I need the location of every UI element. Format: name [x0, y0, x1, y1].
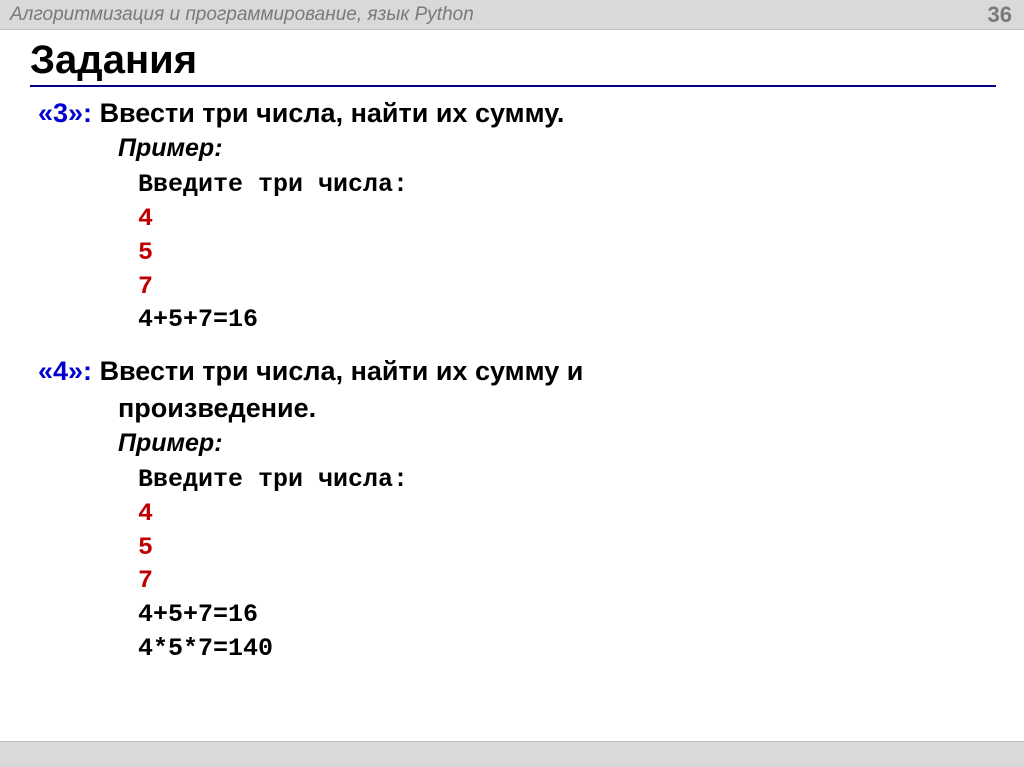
- code-prompt: Введите три числа:: [138, 463, 996, 497]
- page-heading: Задания: [30, 38, 996, 87]
- header-bar: Алгоритмизация и программирование, язык …: [0, 0, 1024, 30]
- code-input: 4: [138, 497, 996, 531]
- task-description: Ввести три числа, найти их сумму и: [100, 356, 584, 386]
- code-block: Введите три числа: 4 5 7 4+5+7=16: [138, 168, 996, 337]
- task-line: «3»: Ввести три числа, найти их сумму.: [38, 95, 996, 131]
- code-prompt: Введите три числа:: [138, 168, 996, 202]
- task-block: «3»: Ввести три числа, найти их сумму. П…: [38, 95, 996, 337]
- task-description-cont: произведение.: [118, 390, 996, 426]
- code-input: 7: [138, 564, 996, 598]
- page-number: 36: [988, 2, 1012, 28]
- task-description: Ввести три числа, найти их сумму.: [100, 98, 565, 128]
- task-label: «4»:: [38, 356, 92, 386]
- code-input: 5: [138, 531, 996, 565]
- code-output: 4+5+7=16: [138, 303, 996, 337]
- task-block: «4»: Ввести три числа, найти их сумму и …: [38, 353, 996, 665]
- header-title: Алгоритмизация и программирование, язык …: [10, 4, 474, 26]
- task-line: «4»: Ввести три числа, найти их сумму и: [38, 353, 996, 389]
- code-input: 7: [138, 270, 996, 304]
- content-area: Задания «3»: Ввести три числа, найти их …: [0, 30, 1024, 666]
- code-input: 4: [138, 202, 996, 236]
- code-block: Введите три числа: 4 5 7 4+5+7=16 4*5*7=…: [138, 463, 996, 666]
- code-output: 4*5*7=140: [138, 632, 996, 666]
- code-input: 5: [138, 236, 996, 270]
- task-label: «3»:: [38, 98, 92, 128]
- footer-bar: [0, 741, 1024, 767]
- code-output: 4+5+7=16: [138, 598, 996, 632]
- example-label: Пример:: [118, 426, 996, 461]
- example-label: Пример:: [118, 131, 996, 166]
